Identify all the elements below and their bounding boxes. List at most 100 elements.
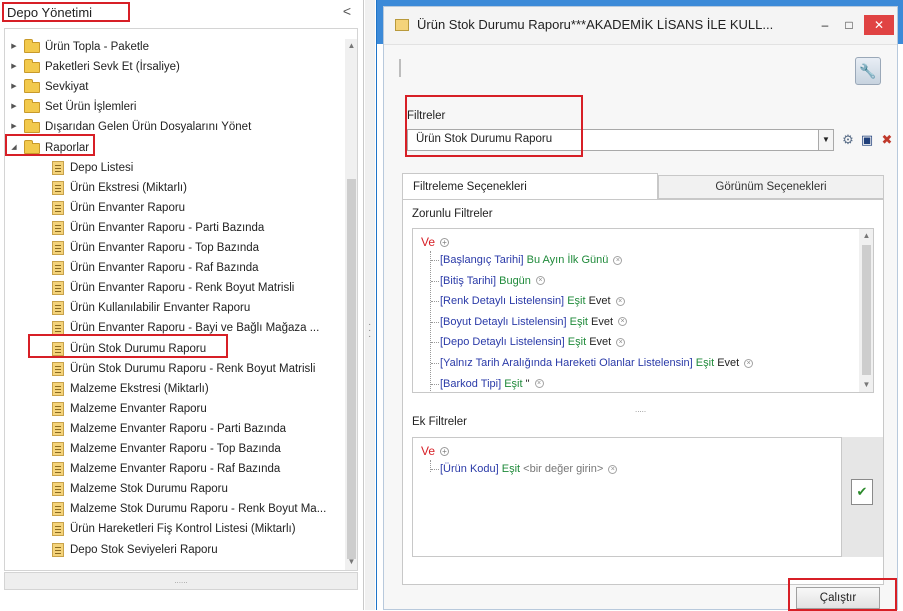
tree-report-item[interactable]: Malzeme Stok Durumu Raporu (5, 479, 341, 499)
tab-gorunum-secenekleri[interactable]: Görünüm Seçenekleri (658, 175, 884, 199)
tab-filtreleme-secenekleri[interactable]: Filtreleme Seçenekleri (402, 173, 658, 199)
tree-report-item[interactable]: Malzeme Envanter Raporu (5, 399, 341, 419)
folder-icon (24, 39, 40, 53)
condition-operator[interactable]: Eşit (570, 316, 588, 328)
tree-report-item[interactable]: Ürün Envanter Raporu (5, 198, 341, 218)
save-icon[interactable]: ▣ (858, 130, 876, 150)
delete-filter-icon[interactable]: ✖ (878, 130, 896, 150)
minimize-button[interactable]: – (814, 15, 836, 35)
condition-operator[interactable]: Eşit (567, 295, 585, 307)
add-condition-icon[interactable]: + (440, 238, 449, 247)
report-window: Ürün Stok Durumu Raporu***AKADEMİK LİSAN… (376, 0, 903, 611)
remove-condition-icon[interactable]: × (535, 276, 545, 286)
condition-value[interactable]: Evet (589, 336, 611, 348)
scroll-up-icon[interactable]: ▲ (859, 231, 873, 240)
tree-report-item[interactable]: Malzeme Stok Durumu Raporu - Renk Boyut … (5, 499, 341, 519)
required-filters-scrollbar[interactable]: ▲ ▼ (859, 229, 873, 392)
condition-operator[interactable]: Bugün (499, 275, 531, 287)
condition-value-placeholder[interactable]: <bir değer girin> (523, 463, 603, 475)
condition-value[interactable]: Evet (717, 357, 739, 369)
tree-report-item[interactable]: Ürün Ekstresi (Miktarlı) (5, 178, 341, 198)
and-operator[interactable]: Ve (421, 444, 435, 458)
filter-condition-row[interactable]: [Yalnız Tarih Aralığında Hareketi Olanla… (440, 354, 754, 372)
condition-field[interactable]: [Bitiş Tarihi] (440, 275, 496, 287)
remove-condition-icon[interactable]: × (534, 379, 544, 389)
condition-operator[interactable]: Eşit (696, 357, 714, 369)
tree-report-item[interactable]: Depo Listesi (5, 158, 341, 178)
condition-value[interactable]: Evet (591, 316, 613, 328)
scroll-down-icon[interactable]: ▼ (859, 380, 873, 389)
tree-report-item[interactable]: Malzeme Envanter Raporu - Raf Bazında (5, 459, 341, 479)
close-button[interactable]: ✕ (864, 15, 894, 35)
condition-value[interactable]: " (526, 378, 530, 390)
collapse-panel-button[interactable]: < (340, 3, 354, 19)
report-document-icon (52, 381, 64, 396)
condition-operator[interactable]: Eşit (504, 378, 522, 390)
expand-arrow-icon[interactable]: ▶ (9, 57, 19, 77)
tree-report-item[interactable]: Ürün Envanter Raporu - Renk Boyut Matris… (5, 278, 341, 298)
scroll-down-icon[interactable]: ▼ (345, 557, 357, 566)
remove-condition-icon[interactable]: × (618, 317, 628, 327)
condition-value[interactable]: Evet (589, 295, 611, 307)
tree-report-item[interactable]: Ürün Envanter Raporu - Parti Bazında (5, 218, 341, 238)
condition-field[interactable]: [Renk Detaylı Listelensin] (440, 295, 564, 307)
tree-item-label: Ürün Envanter Raporu - Top Bazında (70, 242, 260, 254)
tree-folder-item[interactable]: ▶ Sevkiyat (5, 77, 341, 97)
panel-splitter[interactable]: · · · (365, 0, 375, 610)
filter-condition-row[interactable]: [Boyut Detaylı Listelensin] Eşit Evet × (440, 313, 628, 331)
tree-report-item[interactable]: Malzeme Envanter Raporu - Top Bazında (5, 439, 341, 459)
scroll-thumb[interactable] (862, 245, 871, 375)
expand-arrow-icon[interactable]: ▶ (9, 97, 19, 117)
tree-report-item[interactable]: Ürün Hareketleri Fiş Kontrol Listesi (Mi… (5, 519, 341, 539)
tree-folder-item[interactable]: ▶ Paketleri Sevk Et (İrsaliye) (5, 57, 341, 77)
add-condition-icon[interactable]: + (440, 447, 449, 456)
tree-scrollbar[interactable]: ▲ ▼ (345, 39, 357, 570)
tree-folder-item[interactable]: ▶ Set Ürün İşlemleri (5, 97, 341, 117)
extra-filters-box: Ve + [Ürün Kodu] Eşit <bir değer girin> × (412, 437, 874, 557)
condition-operator[interactable]: Eşit (568, 336, 586, 348)
tree-folder-item[interactable]: ▶ Ürün Topla - Paketle (5, 37, 341, 57)
and-operator[interactable]: Ve (421, 235, 435, 249)
tree-report-item[interactable]: Ürün Kullanılabilir Envanter Raporu (5, 298, 341, 318)
condition-field[interactable]: [Yalnız Tarih Aralığında Hareketi Olanla… (440, 357, 693, 369)
panel-bottom-grip[interactable]: ...... (4, 572, 358, 590)
apply-filter-button[interactable]: ✔ (841, 437, 883, 557)
condition-field[interactable]: [Depo Detaylı Listelensin] (440, 336, 565, 348)
wrench-settings-icon[interactable]: 🔧 (855, 57, 881, 85)
maximize-button[interactable]: □ (838, 15, 860, 35)
tree-report-item[interactable]: Depo Stok Seviyeleri Raporu (5, 540, 341, 560)
tree-report-item[interactable]: Ürün Envanter Raporu - Raf Bazında (5, 258, 341, 278)
filter-condition-row[interactable]: [Ürün Kodu] Eşit <bir değer girin> × (440, 460, 618, 478)
tree-report-item[interactable]: Ürün Envanter Raporu - Top Bazında (5, 238, 341, 258)
expand-arrow-icon[interactable]: ▶ (9, 77, 19, 97)
scroll-up-icon[interactable]: ▲ (345, 41, 357, 50)
condition-field[interactable]: [Barkod Tipi] (440, 378, 501, 390)
remove-condition-icon[interactable]: × (616, 337, 626, 347)
remove-condition-icon[interactable]: × (608, 464, 618, 474)
window-titlebar[interactable]: Ürün Stok Durumu Raporu***AKADEMİK LİSAN… (384, 7, 897, 45)
expand-arrow-icon[interactable]: ▶ (9, 37, 19, 57)
tree-report-item[interactable]: Ürün Stok Durumu Raporu - Renk Boyut Mat… (5, 359, 341, 379)
filter-condition-row[interactable]: [Barkod Tipi] Eşit " × (440, 375, 544, 392)
tree-connector (431, 469, 439, 470)
tree-report-item[interactable]: Malzeme Envanter Raporu - Parti Bazında (5, 419, 341, 439)
remove-condition-icon[interactable]: × (615, 296, 625, 306)
filter-condition-row[interactable]: [Başlangıç Tarihi] Bu Ayın İlk Günü × (440, 251, 623, 269)
splitter-grip[interactable]: ..... (635, 405, 646, 414)
condition-field[interactable]: [Başlangıç Tarihi] (440, 254, 524, 266)
gear-icon[interactable]: ⚙ (839, 130, 857, 150)
condition-operator[interactable]: Eşit (502, 463, 520, 475)
filter-condition-row[interactable]: [Renk Detaylı Listelensin] Eşit Evet × (440, 292, 625, 310)
panel-title: Depo Yönetimi (2, 2, 130, 22)
remove-condition-icon[interactable]: × (613, 255, 623, 265)
filter-condition-row[interactable]: [Bitiş Tarihi] Bugün × (440, 272, 545, 290)
condition-operator[interactable]: Bu Ayın İlk Günü (527, 254, 609, 266)
tree-report-item[interactable]: Malzeme Ekstresi (Miktarlı) (5, 379, 341, 399)
remove-condition-icon[interactable]: × (744, 358, 754, 368)
condition-field[interactable]: [Boyut Detaylı Listelensin] (440, 316, 567, 328)
splitter-grip-icon[interactable]: · · · (368, 320, 371, 342)
condition-field[interactable]: [Ürün Kodu] (440, 463, 499, 475)
chevron-down-icon[interactable]: ▼ (818, 129, 834, 151)
scroll-thumb[interactable] (347, 179, 356, 559)
filter-condition-row[interactable]: [Depo Detaylı Listelensin] Eşit Evet × (440, 333, 626, 351)
